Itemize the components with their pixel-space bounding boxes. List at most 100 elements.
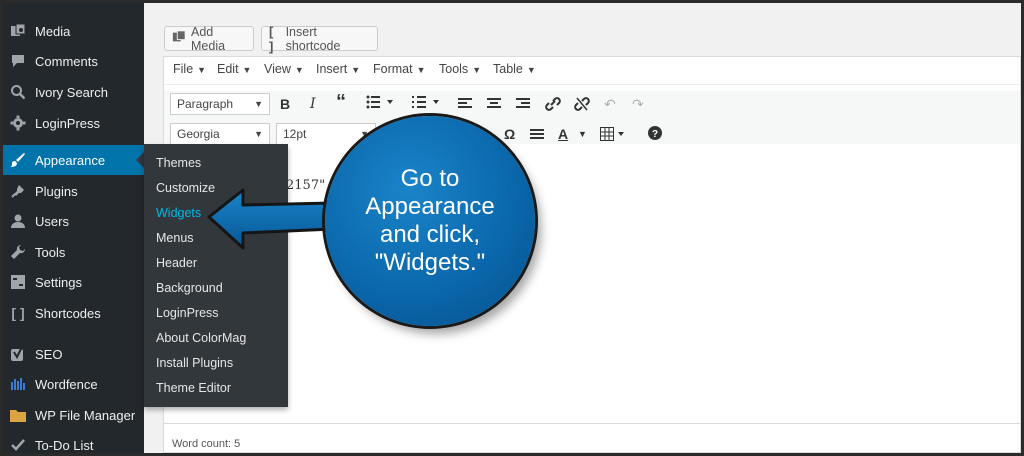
link-icon[interactable] bbox=[545, 95, 561, 117]
screenshot-frame: Media Comments Ivory Search LoginPress A… bbox=[3, 3, 1021, 453]
submenu-item-customize[interactable]: Customize bbox=[156, 178, 215, 198]
sidebar-item-users[interactable]: Users bbox=[3, 206, 144, 236]
submenu-item-about-colormag[interactable]: About ColorMag bbox=[156, 328, 246, 348]
editor-menubar: File ▼ Edit ▼ View ▼ Insert ▼ Format ▼ Tools ▼… bbox=[164, 57, 1020, 85]
text-color-icon[interactable]: A bbox=[558, 123, 568, 145]
menu-edit[interactable]: Edit ▼ bbox=[217, 62, 251, 76]
sidebar-item-label: Shortcodes bbox=[35, 305, 101, 321]
sidebar-item-label: WP File Manager bbox=[35, 407, 136, 423]
yoast-icon bbox=[9, 345, 27, 363]
sidebar-item-wp-file-manager[interactable]: WP File Manager bbox=[3, 400, 144, 430]
settings-icon bbox=[9, 273, 27, 291]
caret-down-icon: ▼ bbox=[254, 99, 263, 109]
callout-line: Go to bbox=[400, 165, 460, 192]
omega-icon[interactable]: Ω bbox=[504, 123, 515, 145]
menu-label: Table bbox=[493, 62, 523, 76]
sidebar-item-label: SEO bbox=[35, 346, 63, 362]
align-center-icon[interactable] bbox=[487, 95, 501, 117]
sidebar-item-wordfence[interactable]: Wordfence bbox=[3, 369, 144, 399]
plug-icon bbox=[9, 182, 27, 200]
menu-table[interactable]: Table ▼ bbox=[493, 62, 536, 76]
sidebar-item-label: Comments bbox=[35, 53, 98, 69]
sidebar-item-label: To-Do List bbox=[35, 437, 94, 453]
sidebar-item-loginpress[interactable]: LoginPress bbox=[3, 108, 144, 138]
menu-label: View bbox=[264, 62, 291, 76]
callout-line: Appearance bbox=[365, 193, 495, 220]
caret-down-icon: ▼ bbox=[472, 65, 482, 75]
paragraph-select[interactable]: Paragraph ▼ bbox=[170, 93, 270, 115]
caret-down-icon: ▼ bbox=[242, 65, 252, 75]
wordfence-icon bbox=[9, 375, 27, 393]
brackets-icon: [ ] bbox=[269, 23, 274, 54]
sidebar-item-tools[interactable]: Tools bbox=[3, 237, 144, 267]
italic-icon[interactable]: I bbox=[310, 93, 316, 115]
sidebar-item-appearance[interactable]: Appearance bbox=[3, 145, 144, 175]
gear-icon bbox=[9, 114, 27, 132]
search-icon bbox=[9, 83, 27, 101]
sidebar-item-media[interactable]: Media bbox=[3, 16, 144, 46]
sidebar-item-shortcodes[interactable]: [ ] Shortcodes bbox=[3, 298, 144, 328]
menu-label: File bbox=[173, 62, 194, 76]
brackets-icon: [ ] bbox=[11, 305, 25, 321]
submenu-item-themes[interactable]: Themes bbox=[156, 153, 201, 173]
sidebar-item-label: Wordfence bbox=[35, 376, 98, 392]
word-count: Word count: 5 bbox=[172, 438, 241, 450]
menu-tools[interactable]: Tools ▼ bbox=[439, 62, 481, 76]
blockquote-icon[interactable]: “ bbox=[336, 91, 346, 113]
align-right-icon[interactable] bbox=[516, 95, 530, 117]
sidebar-item-settings[interactable]: Settings bbox=[3, 267, 144, 297]
menu-label: Edit bbox=[217, 62, 239, 76]
bullet-list-icon[interactable] bbox=[366, 93, 396, 115]
media-icon bbox=[9, 22, 27, 40]
appearance-submenu: Themes Customize Widgets Menus Header Ba… bbox=[144, 144, 288, 407]
menu-file[interactable]: File ▼ bbox=[173, 62, 206, 76]
submenu-item-header[interactable]: Header bbox=[156, 253, 197, 273]
submenu-item-loginpress[interactable]: LoginPress bbox=[156, 303, 219, 323]
unlink-icon[interactable] bbox=[574, 95, 590, 117]
submenu-item-install-plugins[interactable]: Install Plugins bbox=[156, 353, 233, 373]
submenu-item-theme-editor[interactable]: Theme Editor bbox=[156, 378, 231, 398]
sidebar-item-ivory-search[interactable]: Ivory Search bbox=[3, 77, 144, 107]
brush-icon bbox=[9, 151, 27, 169]
add-media-label: Add Media bbox=[191, 24, 226, 53]
menu-view[interactable]: View ▼ bbox=[264, 62, 304, 76]
sidebar-item-to-do-list[interactable]: To-Do List bbox=[3, 430, 144, 453]
font-family-select[interactable]: Georgia ▼ bbox=[170, 123, 270, 145]
sidebar-item-seo[interactable]: SEO bbox=[3, 339, 144, 369]
toolbar-row-1: Paragraph ▼ B I “ ↶ ↷ bbox=[164, 91, 1020, 121]
undo-icon[interactable]: ↶ bbox=[604, 93, 616, 115]
menu-insert[interactable]: Insert ▼ bbox=[316, 62, 360, 76]
comments-icon bbox=[9, 52, 27, 70]
bold-icon[interactable]: B bbox=[280, 93, 290, 115]
help-icon[interactable]: ? bbox=[648, 124, 662, 146]
align-left-icon[interactable] bbox=[458, 95, 472, 117]
insert-shortcode-button[interactable]: [ ] Insert shortcode bbox=[261, 23, 378, 54]
caret-down-icon: ▼ bbox=[254, 129, 263, 139]
editor-content[interactable]: 2157" bbox=[164, 144, 1020, 422]
caret-down-icon: ▼ bbox=[294, 65, 304, 75]
sidebar-item-label: Users bbox=[35, 213, 69, 229]
numbered-list-icon[interactable] bbox=[412, 93, 442, 115]
add-media-button[interactable]: Add Media bbox=[164, 24, 254, 53]
sidebar-item-comments[interactable]: Comments bbox=[3, 46, 144, 76]
sidebar-item-label: Tools bbox=[35, 244, 66, 260]
submenu-item-widgets[interactable]: Widgets bbox=[156, 203, 201, 223]
sidebar-item-plugins[interactable]: Plugins bbox=[3, 176, 144, 206]
folder-icon bbox=[9, 406, 27, 424]
submenu-item-menus[interactable]: Menus bbox=[156, 228, 194, 248]
callout-text: Go to Appearance and click, "Widgets." bbox=[345, 165, 515, 277]
redo-icon[interactable]: ↷ bbox=[632, 93, 644, 115]
submenu-item-background[interactable]: Background bbox=[156, 278, 223, 298]
sidebar-item-label: Ivory Search bbox=[35, 84, 108, 100]
callout-line: "Widgets." bbox=[374, 249, 486, 276]
menu-label: Tools bbox=[439, 62, 469, 76]
caret-down-icon: ▼ bbox=[526, 65, 536, 75]
menu-format[interactable]: Format ▼ bbox=[373, 62, 426, 76]
post-editor: Add Media [ ] Insert shortcode File ▼ Edi… bbox=[163, 3, 1021, 453]
caret-down-icon[interactable]: ▼ bbox=[578, 123, 587, 145]
sidebar-item-label: Media bbox=[35, 23, 71, 39]
caret-down-icon: ▼ bbox=[416, 65, 426, 75]
callout-line: and click, bbox=[379, 221, 481, 248]
callout-bubble: Go to Appearance and click, "Widgets." bbox=[325, 116, 535, 326]
user-icon bbox=[9, 212, 27, 230]
